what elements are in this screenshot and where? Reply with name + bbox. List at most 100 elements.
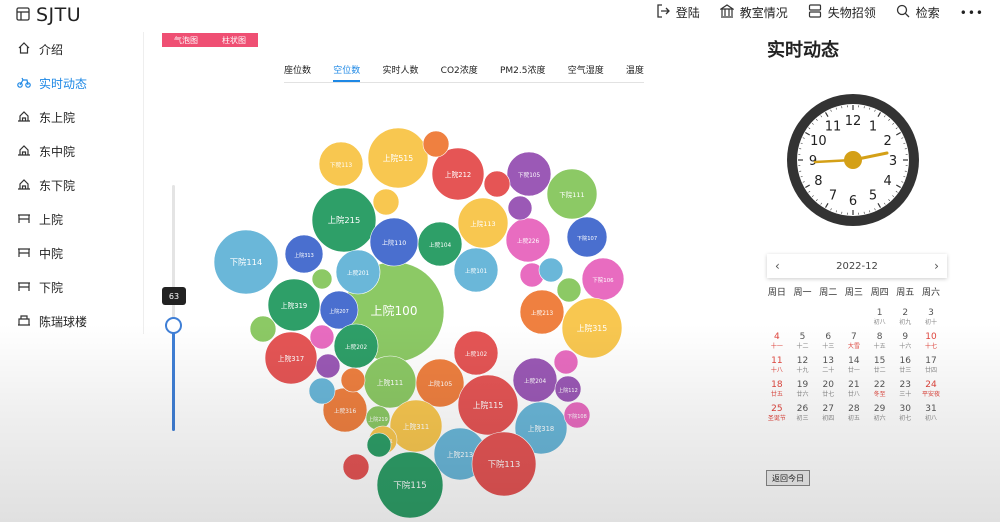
prev-month-icon[interactable]: ‹ bbox=[775, 259, 780, 273]
calendar-day[interactable]: 25 圣诞节 bbox=[764, 404, 790, 428]
bubble-label: 上院110 bbox=[382, 239, 406, 247]
calendar-day[interactable]: 20 廿七 bbox=[815, 380, 841, 404]
calendar-day[interactable]: 12 十九 bbox=[790, 356, 816, 380]
sidebar-item-3[interactable]: 东中院 bbox=[0, 134, 143, 168]
bubble-label: 上院202 bbox=[345, 343, 368, 351]
bubble-label: 上院316 bbox=[334, 407, 357, 415]
calendar-day[interactable]: 30 初七 bbox=[892, 404, 918, 428]
bubble-small[interactable] bbox=[483, 170, 511, 198]
nav-lost-found[interactable]: 失物招领 bbox=[808, 4, 876, 21]
calendar-day[interactable]: 22 冬至 bbox=[867, 380, 893, 404]
calendar-day[interactable]: 27 初四 bbox=[815, 404, 841, 428]
clock-number: 10 bbox=[810, 134, 827, 149]
calendar-day[interactable]: 29 初六 bbox=[867, 404, 893, 428]
today-button[interactable]: 返回今日 bbox=[766, 470, 810, 486]
lunar-label: 初七 bbox=[899, 415, 912, 422]
calendar-day[interactable]: 1 初八 bbox=[867, 308, 893, 332]
bubble-label: 上院102 bbox=[465, 350, 488, 358]
bubble-small[interactable] bbox=[249, 315, 277, 343]
bubble-small[interactable] bbox=[315, 353, 341, 379]
tab-metric-0[interactable]: 座位数 bbox=[284, 64, 311, 82]
bubble-small[interactable] bbox=[538, 257, 564, 283]
sidebar-item-1[interactable]: 实时动态 bbox=[0, 66, 143, 100]
sidebar-item-4[interactable]: 东下院 bbox=[0, 168, 143, 202]
bubble-label: 上院201 bbox=[347, 269, 370, 277]
lunar-label: 十二 bbox=[796, 343, 809, 350]
day-number: 5 bbox=[799, 332, 806, 342]
brand[interactable]: SJTU bbox=[16, 4, 81, 26]
bubble-small[interactable] bbox=[553, 349, 579, 375]
bubble-label: 上院112 bbox=[558, 387, 578, 394]
calendar-day[interactable]: 11 十八 bbox=[764, 356, 790, 380]
lunar-label: 初三 bbox=[796, 415, 809, 422]
calendar-day[interactable]: 26 初三 bbox=[790, 404, 816, 428]
desk-icon bbox=[17, 211, 31, 228]
bubble-label: 下院105 bbox=[518, 171, 541, 179]
calendar-day[interactable]: 4 十一 bbox=[764, 332, 790, 356]
tab-metric-6[interactable]: 温度 bbox=[626, 64, 644, 82]
bubble-small[interactable] bbox=[311, 268, 333, 290]
bubble-small[interactable] bbox=[372, 188, 400, 216]
nav-search[interactable]: 检索 bbox=[896, 4, 940, 21]
home-icon bbox=[17, 41, 31, 58]
level-slider[interactable]: 63 bbox=[162, 185, 186, 431]
bubble-label: 下院113 bbox=[488, 459, 521, 469]
calendar-day[interactable]: 7 大雪 bbox=[841, 332, 867, 356]
calendar-day[interactable]: 18 廿五 bbox=[764, 380, 790, 404]
lunar-label: 廿二 bbox=[873, 367, 886, 374]
calendar-day[interactable]: 13 二十 bbox=[815, 356, 841, 380]
calendar-day[interactable]: 31 初八 bbox=[918, 404, 944, 428]
calendar-day[interactable]: 14 廿一 bbox=[841, 356, 867, 380]
tab-bubble-chart[interactable]: 气泡图 bbox=[162, 33, 210, 47]
sidebar-item-6[interactable]: 中院 bbox=[0, 236, 143, 270]
sidebar-item-label: 陈瑞球楼 bbox=[39, 314, 88, 329]
next-month-icon[interactable]: › bbox=[934, 259, 939, 273]
calendar-day[interactable]: 24 平安夜 bbox=[918, 380, 944, 404]
tab-metric-3[interactable]: CO2浓度 bbox=[441, 64, 478, 82]
calendar-day[interactable]: 2 初九 bbox=[892, 308, 918, 332]
tab-bar-chart[interactable]: 柱状图 bbox=[210, 33, 258, 47]
bubble-small[interactable] bbox=[366, 432, 392, 458]
clock-number: 7 bbox=[829, 189, 837, 204]
bubble-small[interactable] bbox=[340, 367, 366, 393]
nav-login[interactable]: 登陆 bbox=[656, 4, 700, 21]
calendar-day[interactable]: 15 廿二 bbox=[867, 356, 893, 380]
lunar-label: 平安夜 bbox=[921, 391, 940, 398]
nav-classroom[interactable]: 教室情况 bbox=[718, 4, 788, 21]
bubble-small[interactable] bbox=[342, 453, 370, 481]
sidebar-item-7[interactable]: 下院 bbox=[0, 270, 143, 304]
calendar-day[interactable]: 6 十三 bbox=[815, 332, 841, 356]
calendar-day[interactable]: 3 初十 bbox=[918, 308, 944, 332]
sidebar-item-8[interactable]: 陈瑞球楼 bbox=[0, 304, 143, 338]
tab-metric-4[interactable]: PM2.5浓度 bbox=[500, 64, 546, 82]
nav-lost-found-label: 失物招领 bbox=[827, 6, 876, 20]
calendar-day[interactable]: 28 初五 bbox=[841, 404, 867, 428]
calendar-day[interactable]: 16 廿三 bbox=[892, 356, 918, 380]
day-number: 16 bbox=[899, 356, 911, 366]
lunar-label: 初五 bbox=[847, 415, 860, 422]
sidebar-item-5[interactable]: 上院 bbox=[0, 202, 143, 236]
bubble-small[interactable] bbox=[308, 377, 336, 405]
calendar-day[interactable]: 10 十七 bbox=[918, 332, 944, 356]
sidebar-item-2[interactable]: 东上院 bbox=[0, 100, 143, 134]
day-number: 13 bbox=[822, 356, 834, 366]
calendar-day[interactable]: 17 廿四 bbox=[918, 356, 944, 380]
tab-metric-1[interactable]: 空位数 bbox=[333, 64, 361, 82]
bubble-label: 下院111 bbox=[559, 190, 584, 199]
calendar-day[interactable]: 19 廿六 bbox=[790, 380, 816, 404]
more-button[interactable]: ••• bbox=[960, 6, 984, 20]
tab-metric-5[interactable]: 空气湿度 bbox=[568, 64, 604, 82]
calendar-day[interactable]: 21 廿八 bbox=[841, 380, 867, 404]
calendar-header: ‹ 2022-12 › bbox=[767, 254, 947, 278]
slider-handle[interactable] bbox=[165, 317, 182, 335]
calendar-day[interactable]: 9 十六 bbox=[892, 332, 918, 356]
calendar-day[interactable]: 23 三十 bbox=[892, 380, 918, 404]
sidebar-item-0[interactable]: 介绍 bbox=[0, 32, 143, 66]
calendar-day[interactable]: 5 十二 bbox=[790, 332, 816, 356]
bubble-small[interactable] bbox=[556, 277, 582, 303]
bubble-small[interactable] bbox=[309, 324, 335, 350]
bubble-small[interactable] bbox=[507, 195, 533, 221]
bubble-small[interactable] bbox=[422, 130, 450, 158]
tab-metric-2[interactable]: 实时人数 bbox=[382, 64, 418, 82]
calendar-day[interactable]: 8 十五 bbox=[867, 332, 893, 356]
